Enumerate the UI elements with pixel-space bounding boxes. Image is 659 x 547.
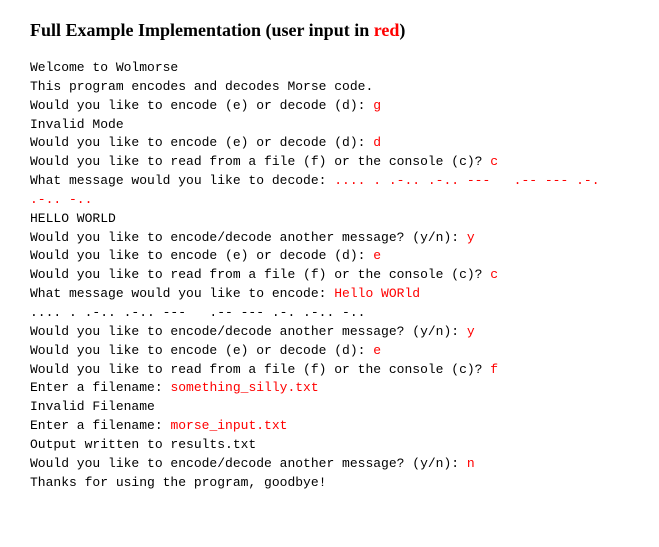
heading-prefix: Full Example Implementation (user input … (30, 20, 374, 40)
prompt-text: Thanks for using the program, goodbye! (30, 475, 326, 490)
user-input: Hello WORld (334, 286, 420, 301)
terminal-line: Would you like to encode/decode another … (30, 323, 629, 342)
prompt-text: Output written to results.txt (30, 437, 256, 452)
user-input: something_silly.txt (170, 380, 318, 395)
prompt-text: Would you like to read from a file (f) o… (30, 154, 490, 169)
terminal-line: HELLO WORLD (30, 210, 629, 229)
prompt-text: Welcome to Wolmorse (30, 60, 178, 75)
prompt-text: What message would you like to encode: (30, 286, 334, 301)
terminal-line: What message would you like to decode: .… (30, 172, 629, 210)
user-input: g (373, 98, 381, 113)
prompt-text: Would you like to read from a file (f) o… (30, 362, 490, 377)
user-input: e (373, 343, 381, 358)
terminal-line: Would you like to encode (e) or decode (… (30, 97, 629, 116)
terminal-line: What message would you like to encode: H… (30, 285, 629, 304)
user-input: e (373, 248, 381, 263)
prompt-text: HELLO WORLD (30, 211, 116, 226)
terminal-line: Invalid Filename (30, 398, 629, 417)
user-input: d (373, 135, 381, 150)
prompt-text: Would you like to encode (e) or decode (… (30, 98, 373, 113)
terminal-line: Would you like to encode (e) or decode (… (30, 134, 629, 153)
terminal-line: .... . .-.. .-.. --- .-- --- .-. .-.. -.… (30, 304, 629, 323)
example-heading: Full Example Implementation (user input … (30, 20, 629, 41)
user-input: y (467, 230, 475, 245)
prompt-text: What message would you like to decode: (30, 173, 334, 188)
terminal-line: Enter a filename: something_silly.txt (30, 379, 629, 398)
terminal-line: Welcome to Wolmorse (30, 59, 629, 78)
terminal-line: Would you like to read from a file (f) o… (30, 153, 629, 172)
terminal-line: Output written to results.txt (30, 436, 629, 455)
terminal-line: Would you like to encode (e) or decode (… (30, 247, 629, 266)
terminal-line: Would you like to encode/decode another … (30, 455, 629, 474)
prompt-text: This program encodes and decodes Morse c… (30, 79, 373, 94)
prompt-text: Would you like to encode (e) or decode (… (30, 248, 373, 263)
user-input: c (490, 154, 498, 169)
prompt-text: Invalid Filename (30, 399, 155, 414)
terminal-line: Enter a filename: morse_input.txt (30, 417, 629, 436)
user-input: f (490, 362, 498, 377)
heading-suffix: ) (399, 20, 405, 40)
prompt-text: Enter a filename: (30, 380, 170, 395)
prompt-text: .... . .-.. .-.. --- .-- --- .-. .-.. -.… (30, 305, 365, 320)
user-input: morse_input.txt (170, 418, 287, 433)
prompt-text: Would you like to encode/decode another … (30, 456, 467, 471)
prompt-text: Would you like to encode/decode another … (30, 324, 467, 339)
prompt-text: Would you like to encode/decode another … (30, 230, 467, 245)
terminal-line: Invalid Mode (30, 116, 629, 135)
terminal-line: Would you like to encode (e) or decode (… (30, 342, 629, 361)
user-input: c (490, 267, 498, 282)
prompt-text: Would you like to read from a file (f) o… (30, 267, 490, 282)
terminal-output: Welcome to Wolmorse This program encodes … (30, 59, 629, 492)
terminal-line: Thanks for using the program, goodbye! (30, 474, 629, 493)
prompt-text: Enter a filename: (30, 418, 170, 433)
user-input: y (467, 324, 475, 339)
prompt-text: Would you like to encode (e) or decode (… (30, 135, 373, 150)
user-input: n (467, 456, 475, 471)
prompt-text: Invalid Mode (30, 117, 124, 132)
heading-red: red (374, 20, 400, 40)
terminal-line: Would you like to encode/decode another … (30, 229, 629, 248)
terminal-line: Would you like to read from a file (f) o… (30, 266, 629, 285)
terminal-line: This program encodes and decodes Morse c… (30, 78, 629, 97)
terminal-line: Would you like to read from a file (f) o… (30, 361, 629, 380)
prompt-text: Would you like to encode (e) or decode (… (30, 343, 373, 358)
